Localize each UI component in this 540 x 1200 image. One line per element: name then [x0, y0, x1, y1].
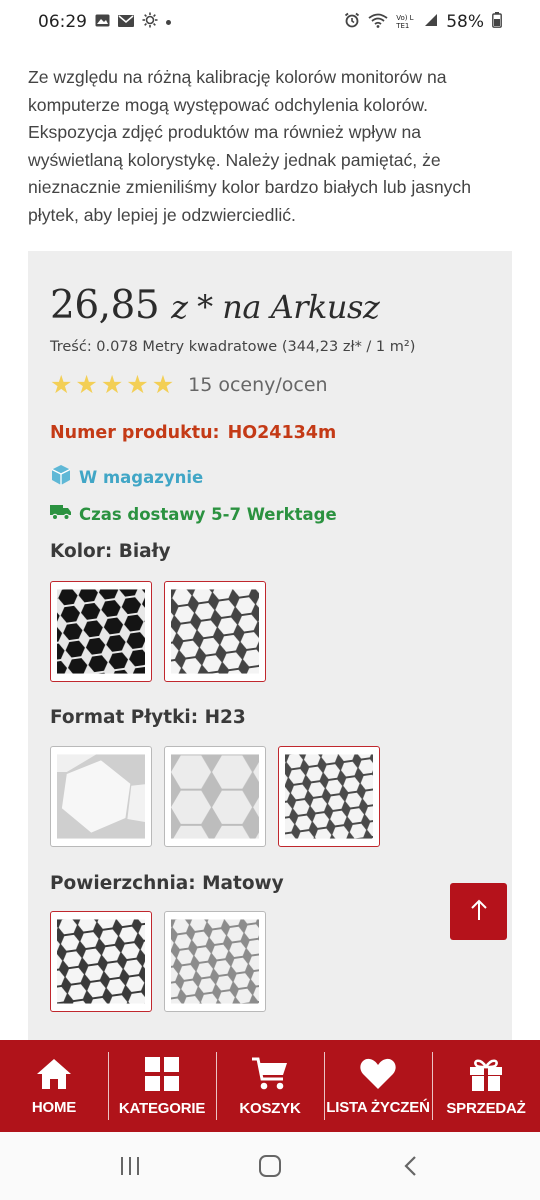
- truck-icon: [50, 503, 72, 525]
- status-left: 06:29: [38, 12, 171, 32]
- swatch-small-hexagon[interactable]: [278, 746, 380, 847]
- format-swatches: [50, 746, 380, 847]
- nav-categories-label: KATEGORIE: [118, 1099, 206, 1117]
- swatch-medium-hexagon[interactable]: [164, 746, 266, 847]
- scroll-to-top-button[interactable]: [450, 883, 507, 940]
- heart-icon: [359, 1057, 397, 1091]
- product-number-label: Numer produktu:: [50, 423, 220, 443]
- tile-image: [171, 919, 259, 1004]
- format-option-label: Format Płytki: H23: [50, 707, 246, 728]
- swatch-black-hexagon[interactable]: [50, 581, 152, 682]
- price-unit: z * na Arkusz: [171, 288, 380, 326]
- product-number-value: HO24134m: [227, 423, 337, 443]
- product-number: Numer produktu: HO24134m: [50, 423, 336, 443]
- nav-cart-label: KOSZYK: [239, 1099, 301, 1117]
- box-icon: [50, 464, 72, 490]
- rating[interactable]: ★ ★ ★ ★ ★ 15 oceny/ocen: [50, 372, 328, 398]
- tile-image: [57, 589, 145, 674]
- star-icon: ★: [100, 370, 124, 399]
- home-circle-icon[interactable]: [240, 1146, 300, 1186]
- nav-home[interactable]: HOME: [0, 1040, 108, 1132]
- product-info-panel: 26,85 z * na Arkusz Treść: 0.078 Metry k…: [28, 251, 512, 1051]
- status-bar: 06:29 Vo) LTE1 58%: [0, 0, 540, 44]
- color-option-label: Kolor: Biały: [50, 541, 171, 562]
- network-label: Vo) LTE1: [396, 14, 414, 30]
- sun-icon: [142, 12, 158, 32]
- notification-dot-icon: [166, 19, 171, 25]
- tile-image: [285, 754, 373, 839]
- rating-stars: ★ ★ ★ ★ ★: [50, 372, 174, 398]
- bottom-navigation: HOME KATEGORIE KOSZYK LISTA ŻYCZEŃ SPRZE…: [0, 1040, 540, 1132]
- surface-swatches: [50, 911, 266, 1012]
- gallery-icon: [95, 13, 110, 31]
- swatch-matte-hexagon[interactable]: [50, 911, 152, 1012]
- star-icon: ★: [50, 370, 73, 399]
- system-navigation-bar: [0, 1132, 540, 1200]
- back-icon[interactable]: [380, 1146, 440, 1186]
- nav-home-label: HOME: [31, 1098, 77, 1116]
- wifi-icon: [368, 13, 388, 32]
- grid-icon: [144, 1056, 180, 1092]
- swatch-white-hexagon[interactable]: [164, 581, 266, 682]
- signal-icon: [424, 13, 438, 31]
- swatch-glossy-hexagon[interactable]: [164, 911, 266, 1012]
- clock: 06:29: [38, 12, 87, 32]
- price-value: 26,85: [50, 283, 160, 328]
- color-disclaimer-text: Ze względu na różną kalibrację kolorów m…: [28, 67, 471, 225]
- tile-image: [57, 919, 145, 1004]
- stock-label: W magazynie: [79, 467, 204, 487]
- nav-sale[interactable]: SPRZEDAŻ: [432, 1040, 540, 1132]
- color-swatches: [50, 581, 266, 682]
- rating-count[interactable]: 15 oceny/ocen: [188, 374, 327, 396]
- nav-sale-label: SPRZEDAŻ: [446, 1099, 526, 1117]
- home-icon: [35, 1057, 73, 1091]
- battery-percent: 58%: [446, 12, 484, 32]
- gift-icon: [468, 1056, 504, 1092]
- nav-wishlist[interactable]: LISTA ŻYCZEŃ: [324, 1040, 432, 1132]
- arrow-up-icon: [469, 898, 489, 926]
- surface-option-label: Powierzchnia: Matowy: [50, 873, 284, 894]
- mail-icon: [118, 13, 134, 31]
- recents-icon[interactable]: [100, 1146, 160, 1186]
- tile-image: [57, 754, 145, 839]
- price: 26,85 z * na Arkusz: [50, 283, 380, 328]
- star-icon: ★: [75, 370, 98, 399]
- star-icon: ★: [151, 370, 175, 399]
- stock-status: W magazynie: [50, 464, 203, 490]
- nav-categories[interactable]: KATEGORIE: [108, 1040, 216, 1132]
- nav-cart[interactable]: KOSZYK: [216, 1040, 324, 1132]
- status-right: Vo) LTE1 58%: [344, 12, 502, 32]
- swatch-large-hexagon[interactable]: [50, 746, 152, 847]
- tile-image: [171, 754, 259, 839]
- star-icon: ★: [126, 370, 149, 399]
- nav-wishlist-label: LISTA ŻYCZEŃ: [326, 1098, 430, 1116]
- cart-icon: [251, 1056, 289, 1092]
- tile-image: [171, 589, 259, 674]
- battery-icon: [492, 12, 502, 32]
- alarm-icon: [344, 12, 360, 32]
- delivery-time: Czas dostawy 5-7 Werktage: [50, 503, 337, 525]
- content-quantity: Treść: 0.078 Metry kwadratowe (344,23 zł…: [50, 339, 416, 355]
- delivery-label: Czas dostawy 5-7 Werktage: [79, 504, 337, 524]
